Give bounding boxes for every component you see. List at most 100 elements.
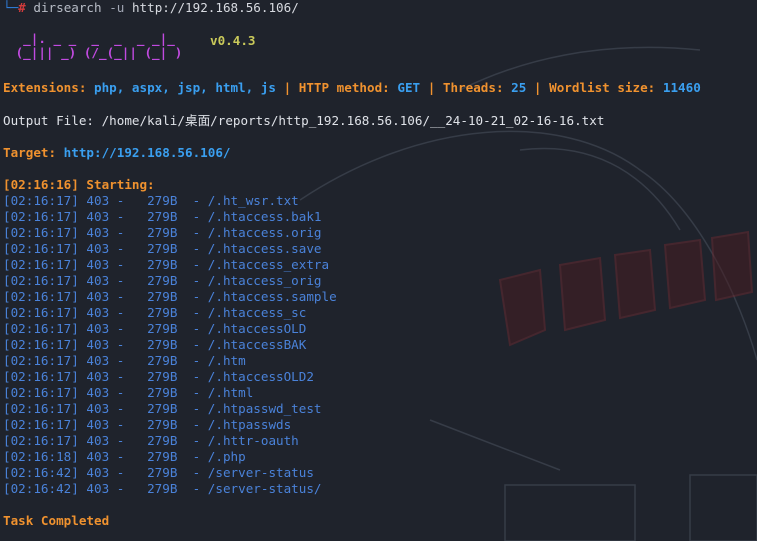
result-size: 279B: [147, 273, 178, 288]
version-label: v0.4.3: [210, 33, 256, 48]
separator: |: [533, 80, 542, 95]
result-status: 403: [86, 241, 110, 256]
result-time: [02:16:17]: [3, 257, 79, 272]
result-time: [02:16:17]: [3, 273, 79, 288]
result-path: /.ht_wsr.txt: [207, 193, 299, 208]
result-time: [02:16:17]: [3, 321, 79, 336]
result-status: 403: [86, 481, 110, 496]
result-path: /.htpasswds: [207, 417, 292, 432]
result-time: [02:16:17]: [3, 385, 79, 400]
result-path: /.htpasswd_test: [207, 401, 322, 416]
result-status: 403: [86, 193, 110, 208]
result-path: /.httr-oauth: [207, 433, 299, 448]
result-size: 279B: [147, 257, 178, 272]
result-row: [02:16:17] 403 - 279B - /.htaccessBAK: [3, 337, 307, 352]
extensions-value: php, aspx, jsp, html, js: [94, 80, 276, 95]
result-row: [02:16:17] 403 - 279B - /.htaccess.save: [3, 241, 322, 256]
result-time: [02:16:42]: [3, 465, 79, 480]
result-row: [02:16:17] 403 - 279B - /.htaccessOLD2: [3, 369, 314, 384]
result-status: 403: [86, 449, 110, 464]
result-path: /.htm: [207, 353, 246, 368]
result-path: /.htaccess_extra: [207, 257, 330, 272]
result-status: 403: [86, 369, 110, 384]
result-time: [02:16:18]: [3, 449, 79, 464]
starting-line: [02:16:16] Starting:: [3, 177, 155, 192]
command-name: dirsearch: [33, 0, 102, 15]
result-path: /.htaccess.bak1: [207, 209, 322, 224]
result-row: [02:16:17] 403 - 279B - /.htaccess_extra: [3, 257, 330, 272]
method-label: HTTP method:: [298, 80, 390, 95]
result-status: 403: [86, 305, 110, 320]
result-time: [02:16:17]: [3, 337, 79, 352]
result-row: [02:16:17] 403 - 279B - /.htaccess.sampl…: [3, 289, 337, 304]
result-status: 403: [86, 209, 110, 224]
threads-label: Threads:: [442, 80, 504, 95]
result-path: /.php: [207, 449, 246, 464]
result-status: 403: [86, 289, 110, 304]
result-row: [02:16:17] 403 - 279B - /.ht_wsr.txt: [3, 193, 299, 208]
result-size: 279B: [147, 289, 178, 304]
result-row: [02:16:17] 403 - 279B - /.htm: [3, 353, 246, 368]
result-status: 403: [86, 273, 110, 288]
result-path: /.htaccess.sample: [207, 289, 337, 304]
result-row: [02:16:17] 403 - 279B - /.html: [3, 385, 254, 400]
separator: |: [427, 80, 436, 95]
result-time: [02:16:17]: [3, 353, 79, 368]
result-status: 403: [86, 225, 110, 240]
result-status: 403: [86, 321, 110, 336]
result-path: /.htaccessOLD2: [207, 369, 314, 384]
result-status: 403: [86, 385, 110, 400]
result-size: 279B: [147, 449, 178, 464]
command-url: http://192.168.56.106/: [131, 0, 299, 15]
result-size: 279B: [147, 465, 178, 480]
result-time: [02:16:17]: [3, 193, 79, 208]
target-label: Target:: [3, 145, 57, 160]
banner-line-2: (_||| _) (/_(_|| (_| ): [8, 45, 183, 60]
result-status: 403: [86, 353, 110, 368]
threads-value: 25: [511, 80, 527, 95]
command-prompt-line: └─# dirsearch -u http://192.168.56.106/: [3, 0, 299, 16]
result-size: 279B: [147, 417, 178, 432]
result-status: 403: [86, 417, 110, 432]
result-size: 279B: [147, 385, 178, 400]
wordlist-value: 11460: [662, 80, 701, 95]
result-size: 279B: [147, 369, 178, 384]
result-status: 403: [86, 337, 110, 352]
target-value: http://192.168.56.106/: [63, 145, 231, 160]
result-path: /.html: [207, 385, 254, 400]
result-size: 279B: [147, 433, 178, 448]
result-time: [02:16:17]: [3, 433, 79, 448]
prompt-corner: └─: [3, 0, 19, 15]
banner-line-1: _|. _ _ _ _ _ _|_: [8, 31, 175, 46]
result-row: [02:16:17] 403 - 279B - /.htaccess_orig: [3, 273, 322, 288]
result-row: [02:16:17] 403 - 279B - /.htaccessOLD: [3, 321, 307, 336]
result-path: /server-status: [207, 465, 314, 480]
dirsearch-ascii-banner: _|. _ _ _ _ _ _|_ (_||| _) (/_(_|| (_| ): [8, 31, 183, 60]
wordlist-label: Wordlist size:: [549, 80, 656, 95]
prompt-hash: #: [18, 0, 26, 15]
result-size: 279B: [147, 305, 178, 320]
result-time: [02:16:17]: [3, 305, 79, 320]
result-row: [02:16:17] 403 - 279B - /.htaccess.bak1: [3, 209, 322, 224]
result-row: [02:16:18] 403 - 279B - /.php: [3, 449, 246, 464]
result-row: [02:16:17] 403 - 279B - /.htaccess_sc: [3, 305, 307, 320]
task-completed-line: Task Completed: [3, 513, 110, 528]
result-time: [02:16:17]: [3, 209, 79, 224]
result-status: 403: [86, 401, 110, 416]
output-file-line: Output File: /home/kali/桌面/reports/http_…: [3, 113, 605, 128]
result-row: [02:16:17] 403 - 279B - /.htpasswd_test: [3, 401, 322, 416]
result-size: 279B: [147, 225, 178, 240]
result-size: 279B: [147, 321, 178, 336]
result-row: [02:16:42] 403 - 279B - /server-status: [3, 465, 314, 480]
extensions-label: Extensions:: [3, 80, 87, 95]
result-path: /.htaccess.save: [207, 241, 322, 256]
config-line: Extensions: php, aspx, jsp, html, js | H…: [3, 80, 701, 96]
result-size: 279B: [147, 401, 178, 416]
result-size: 279B: [147, 241, 178, 256]
result-time: [02:16:17]: [3, 417, 79, 432]
result-time: [02:16:42]: [3, 481, 79, 496]
command-option: -u: [109, 0, 125, 15]
target-line: Target: http://192.168.56.106/: [3, 145, 230, 161]
result-path: /.htaccessOLD: [207, 321, 307, 336]
result-size: 279B: [147, 481, 178, 496]
